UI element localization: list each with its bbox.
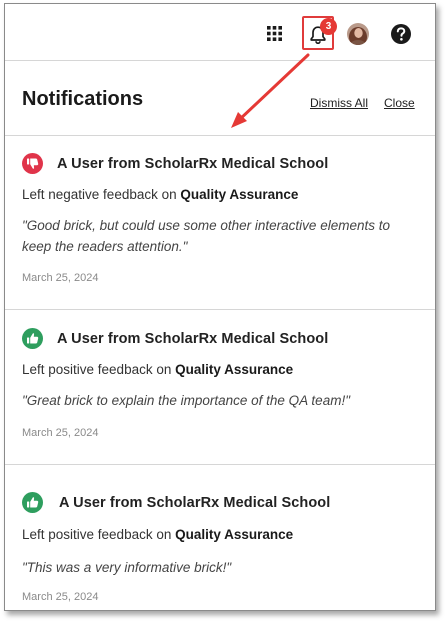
notification-count-badge: 3	[320, 18, 337, 35]
thumbs-up-icon	[22, 328, 43, 349]
notification-description: Left negative feedback on Quality Assura…	[22, 187, 299, 202]
notification-quote: "Great brick to explain the importance o…	[22, 393, 350, 408]
apps-grid-icon[interactable]	[267, 26, 282, 41]
notification-item[interactable]: A User from ScholarRx Medical School Lef…	[5, 135, 435, 310]
notification-sender: A User from ScholarRx Medical School	[57, 156, 329, 172]
notification-date: March 25, 2024	[22, 591, 99, 603]
top-bar: 3	[5, 4, 435, 61]
help-icon[interactable]	[390, 23, 412, 50]
notifications-header: Notifications Dismiss All Close	[5, 61, 435, 136]
avatar[interactable]	[347, 23, 369, 45]
notifications-bell-button[interactable]: 3	[302, 16, 337, 50]
notification-date: March 25, 2024	[22, 427, 99, 439]
close-link[interactable]: Close	[384, 96, 415, 110]
notification-description: Left positive feedback on Quality Assura…	[22, 527, 294, 542]
notification-date: March 25, 2024	[22, 272, 99, 284]
notification-quote: "Good brick, but could use some other in…	[22, 218, 390, 254]
feedback-target: Quality Assurance	[175, 362, 294, 377]
notification-sender: A User from ScholarRx Medical School	[59, 495, 331, 511]
notifications-panel: 3 Notifications Dismiss All Close A User…	[4, 3, 436, 611]
dismiss-all-link[interactable]: Dismiss All	[310, 96, 368, 110]
page-title: Notifications	[22, 88, 144, 110]
notification-sender: A User from ScholarRx Medical School	[57, 331, 329, 347]
feedback-target: Quality Assurance	[175, 527, 294, 542]
notification-description: Left positive feedback on Quality Assura…	[22, 362, 294, 377]
notification-quote: "This was a very informative brick!"	[22, 560, 232, 575]
thumbs-up-icon	[22, 492, 43, 513]
notification-item[interactable]: A User from ScholarRx Medical School Lef…	[5, 310, 435, 465]
feedback-target: Quality Assurance	[180, 187, 299, 202]
thumbs-down-icon	[22, 153, 43, 174]
notification-item[interactable]: A User from ScholarRx Medical School Lef…	[5, 465, 435, 610]
